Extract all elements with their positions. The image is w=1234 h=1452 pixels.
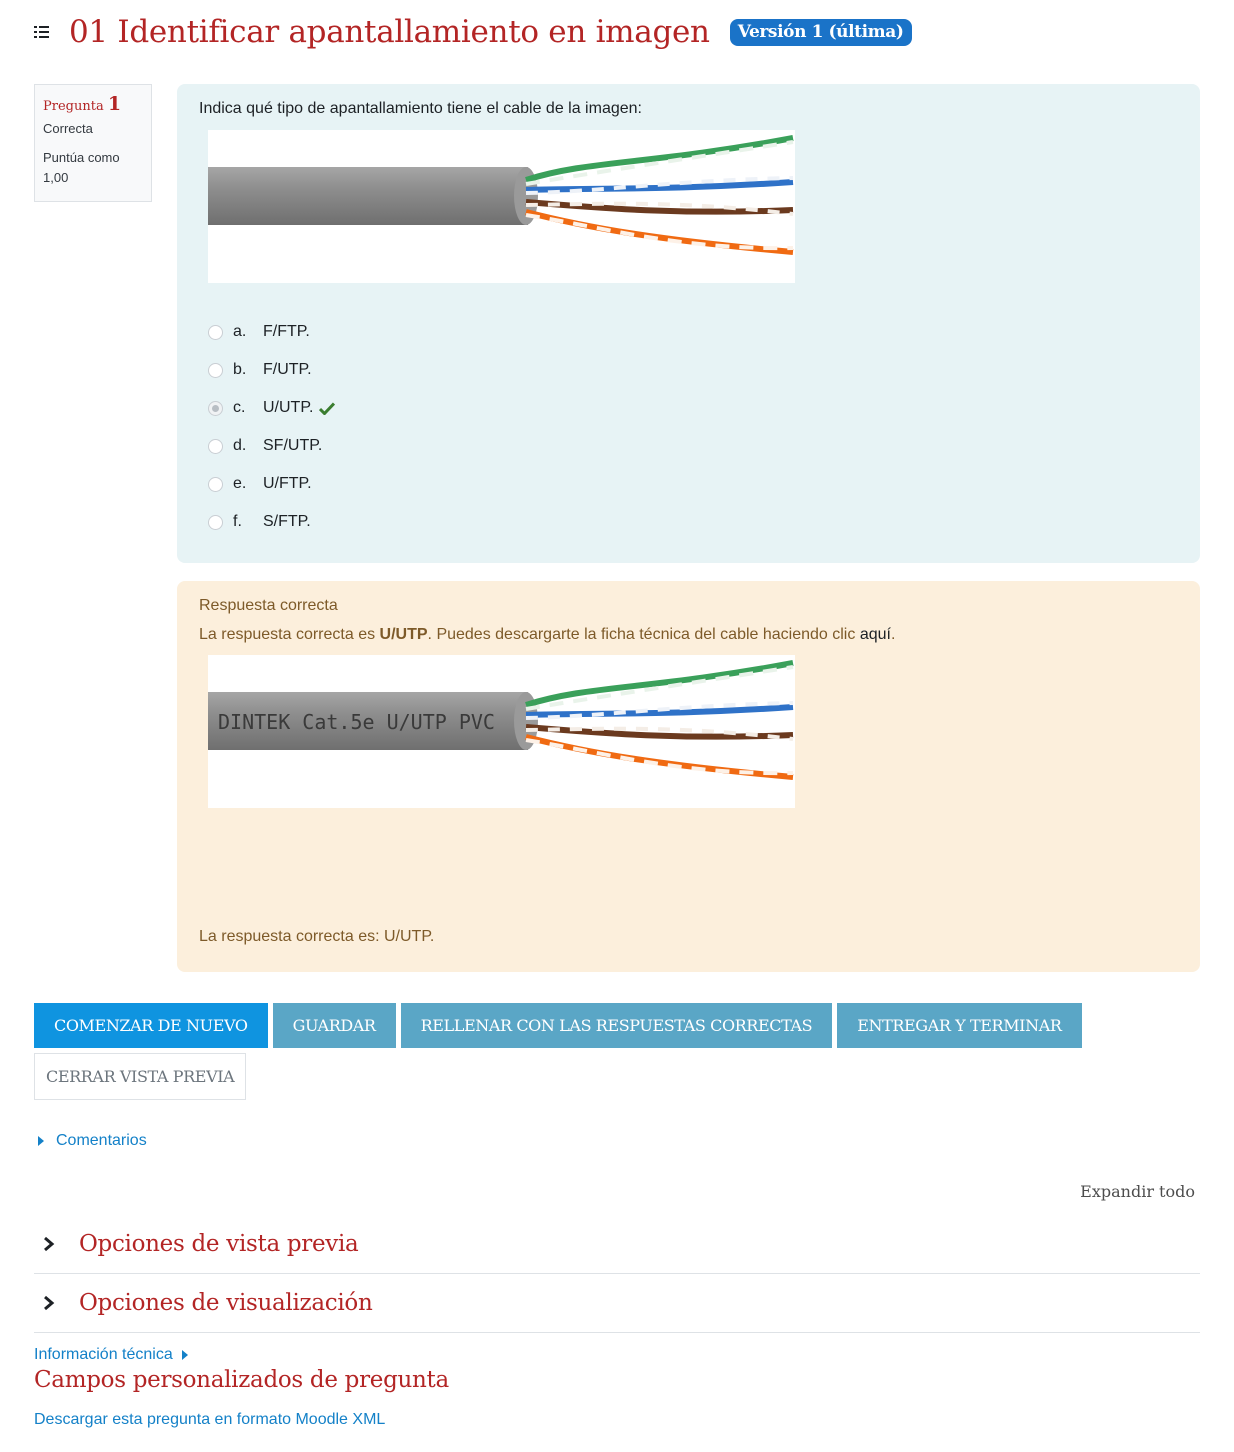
answer-radio-d[interactable]	[208, 438, 223, 454]
answer-label: S/FTP.	[263, 513, 311, 530]
page-title: 01 Identificar apantallamiento en imagen	[69, 14, 710, 50]
save-button[interactable]: GUARDAR	[272, 1003, 396, 1048]
cable-image	[208, 130, 795, 283]
feedback-title: Respuesta correcta	[199, 597, 338, 614]
cable-print-text: DINTEK Cat.5e U/UTP PVC	[218, 710, 495, 734]
answer-letter: b.	[233, 361, 247, 378]
feedback-text-bold: U/UTP	[379, 626, 428, 643]
section-title: Opciones de visualización	[79, 1290, 373, 1316]
feedback-text-before: La respuesta correcta es	[199, 626, 380, 643]
cable-labeled-image: DINTEK Cat.5e U/UTP PVC	[208, 655, 795, 808]
answer-option-a[interactable]: a. F/FTP.	[199, 313, 1178, 351]
answer-option-d[interactable]: d. SF/UTP.	[199, 427, 1178, 465]
chevron-right-icon	[43, 1236, 63, 1252]
answer-letter: f.	[233, 513, 242, 530]
submit-finish-button[interactable]: ENTREGAR Y TERMINAR	[837, 1003, 1082, 1048]
answer-radio-c[interactable]	[208, 400, 223, 416]
caret-right-icon	[181, 1350, 188, 1360]
answer-label: F/FTP.	[263, 323, 310, 340]
feedback-panel: Respuesta correcta La respuesta correcta…	[177, 581, 1200, 972]
expand-all-link[interactable]: Expandir todo	[1080, 1182, 1195, 1201]
section-title: Opciones de vista previa	[79, 1231, 359, 1257]
answer-letter: d.	[233, 437, 247, 454]
answer-letter: e.	[233, 475, 247, 492]
page-header: 01 Identificar apantallamiento en imagen…	[34, 10, 912, 54]
feedback-text-after: . Puedes descargarte la ficha técnica de…	[427, 626, 860, 643]
custom-fields-heading: Campos personalizados de pregunta	[34, 1367, 449, 1393]
question-text: Indica qué tipo de apantallamiento tiene…	[199, 100, 642, 117]
caret-right-icon	[38, 1136, 44, 1146]
answer-radio-b[interactable]	[208, 362, 223, 378]
download-xml-link[interactable]: Descargar esta pregunta en formato Moodl…	[34, 1411, 385, 1429]
answer-label: F/UTP.	[263, 361, 312, 378]
answer-label: SF/UTP.	[263, 437, 323, 454]
preview-controls: COMENZAR DE NUEVO GUARDAR RELLENAR CON L…	[34, 1003, 1087, 1048]
answer-radio-e[interactable]	[208, 476, 223, 492]
answer-option-b[interactable]: b. F/UTP.	[199, 351, 1178, 389]
answer-label: U/UTP.	[263, 399, 314, 416]
feedback-text: La respuesta correcta es U/UTP. Puedes d…	[199, 626, 1178, 644]
answer-option-e[interactable]: e. U/FTP.	[199, 465, 1178, 503]
feedback-text-end: .	[890, 626, 896, 643]
right-answer: La respuesta correcta es: U/UTP.	[199, 928, 435, 945]
restart-button[interactable]: COMENZAR DE NUEVO	[34, 1003, 268, 1048]
comments-label: Comentarios	[56, 1132, 147, 1149]
chevron-right-icon	[43, 1295, 63, 1311]
datasheet-link[interactable]: aquí	[860, 626, 891, 643]
question-bank-list-icon[interactable]	[34, 25, 50, 39]
question-formulation: Indica qué tipo de apantallamiento tiene…	[177, 84, 1200, 563]
answer-option-f[interactable]: f. S/FTP.	[199, 503, 1178, 541]
answer-list: a. F/FTP. b. F/UTP. c. U/UTP. d. SF/UTP.…	[199, 313, 1178, 541]
answer-label: U/FTP.	[263, 475, 312, 492]
question-number-value: 1	[107, 93, 122, 115]
question-number: Pregunta 1	[43, 93, 143, 115]
section-preview-options[interactable]: Opciones de vista previa	[34, 1215, 1200, 1274]
answer-radio-f[interactable]	[208, 514, 223, 530]
question-info: Pregunta 1 Correcta Puntúa como 1,00	[34, 84, 152, 202]
comments-toggle[interactable]: Comentarios	[38, 1132, 147, 1150]
answer-letter: a.	[233, 323, 247, 340]
question-grade: Puntúa como 1,00	[43, 150, 120, 185]
tech-info-toggle[interactable]: Información técnica	[34, 1346, 188, 1364]
answer-option-c[interactable]: c. U/UTP.	[199, 389, 1178, 427]
question-label: Pregunta	[43, 99, 104, 114]
answer-radio-a[interactable]	[208, 324, 223, 340]
correct-check-icon	[319, 401, 336, 415]
close-preview-button[interactable]: CERRAR VISTA PREVIA	[34, 1053, 247, 1100]
question-state: Correcta	[43, 121, 93, 136]
answer-letter: c.	[233, 399, 246, 416]
fill-correct-button[interactable]: RELLENAR CON LAS RESPUESTAS CORRECTAS	[400, 1003, 833, 1048]
version-badge[interactable]: Versión 1 (última)	[729, 18, 912, 46]
tech-info-label: Información técnica	[34, 1346, 173, 1363]
section-display-options[interactable]: Opciones de visualización	[34, 1274, 1200, 1333]
